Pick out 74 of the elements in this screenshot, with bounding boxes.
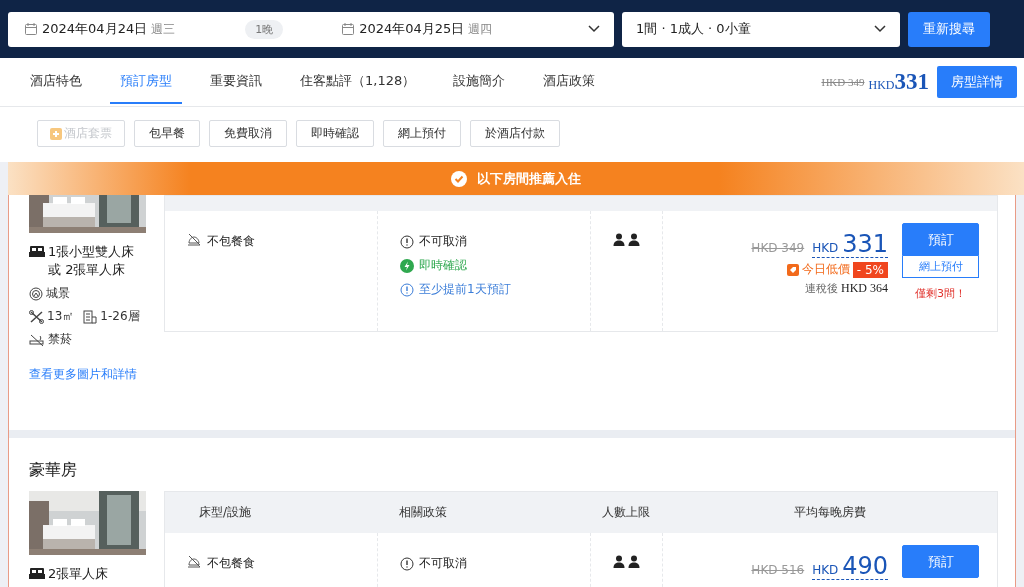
tab[interactable]: 預訂房型 (110, 60, 182, 104)
no-smoking-icon (29, 333, 45, 347)
search-button[interactable]: 重新搜尋 (908, 11, 990, 47)
info-icon (400, 282, 414, 297)
room-feature: 13㎡ (47, 308, 75, 325)
tab[interactable]: 設施簡介 (443, 60, 516, 104)
banner-text: 以下房間推薦入住 (477, 169, 581, 188)
room-feature: 1-26層 (100, 308, 140, 325)
chevron-down-icon (874, 25, 886, 33)
guests-text: 1間 · 1成人 · 0小童 (636, 20, 751, 38)
meal-text: 不包餐食 (207, 233, 255, 250)
filter-chip[interactable]: 網上預付 (383, 120, 461, 147)
room-price: HKD 331 (812, 231, 888, 258)
bed-icon (29, 567, 45, 581)
view-icon (29, 287, 43, 301)
meal-text: 不包餐食 (207, 555, 255, 572)
book-button[interactable]: 預訂 (902, 545, 979, 578)
policy-text: 不可取消 (419, 233, 467, 250)
discount-badge: - 5% (852, 261, 888, 278)
tab[interactable]: 酒店特色 (20, 60, 92, 104)
size-icon (29, 310, 44, 324)
filter-chip[interactable]: 免費取消 (209, 120, 287, 147)
calendar-icon (341, 22, 356, 36)
lightning-icon (400, 258, 414, 273)
room-name: 豪華房 (29, 459, 78, 481)
filter-chip[interactable]: 即時確認 (296, 120, 374, 147)
alert-icon (400, 234, 414, 249)
people-icon (612, 233, 641, 247)
policy-text: 至少提前1天預訂 (419, 281, 511, 298)
chevron-down-icon (588, 25, 600, 33)
tab[interactable]: 住客點評（1,128） (290, 60, 426, 104)
package-icon (50, 127, 62, 140)
check-in-date: 2024年04月24日 (42, 20, 148, 38)
column-header: 床型/設施 (198, 504, 253, 521)
calendar-icon (24, 22, 38, 36)
guests-dropdown[interactable]: 1間 · 1成人 · 0小童 (622, 11, 900, 47)
building-icon (83, 310, 98, 324)
room-price: HKD 490 (812, 553, 888, 580)
no-meal-icon (187, 233, 201, 247)
tag-icon (786, 263, 799, 276)
rooms-left-text: 僅剩3間！ (915, 286, 966, 301)
payment-label: 網上預付 (902, 256, 979, 278)
check-out-date: 2024年04月25日 (359, 20, 465, 38)
room-feature: 1張小型雙人床或 2張單人床 (48, 243, 136, 279)
tax-price: 連稅後 HKD 364 (804, 281, 888, 296)
original-price: HKD 516 (751, 563, 805, 577)
book-button[interactable]: 預訂 (902, 223, 979, 256)
weekday-text: 週四 (468, 20, 493, 38)
room-details-button[interactable]: 房型詳情 (937, 66, 1017, 98)
original-price: HKD 349 (821, 76, 865, 88)
policy-text: 即時確認 (419, 257, 467, 274)
column-header: 相關政策 (398, 504, 448, 521)
alert-icon (400, 556, 414, 571)
weekday-text: 週三 (151, 20, 176, 38)
room-price: HKD331 (868, 69, 929, 95)
no-meal-icon (187, 555, 201, 569)
more-details-link[interactable]: 查看更多圖片和詳情 (29, 366, 146, 383)
date-field[interactable]: 2024年04月24日 週三 1晚 2024年04月25日 週四 (8, 11, 614, 47)
room-feature: 禁菸 (48, 331, 72, 348)
column-header: 平均每晚房費 (792, 504, 867, 521)
bed-icon (29, 245, 45, 259)
tab[interactable]: 重要資訊 (200, 60, 272, 104)
people-icon (612, 555, 641, 569)
tab[interactable]: 酒店政策 (533, 60, 606, 104)
policy-text: 不可取消 (419, 555, 467, 572)
filter-chip[interactable]: 包早餐 (134, 120, 200, 147)
filter-chip[interactable]: 於酒店付款 (470, 120, 560, 147)
room-feature: 2張單人床 (48, 565, 109, 583)
room-feature: 城景 (46, 285, 70, 302)
original-price: HKD 349 (751, 241, 805, 255)
deal-label: 今日低價 (801, 261, 850, 278)
check-icon (451, 170, 467, 187)
nights-badge: 1晚 (245, 19, 284, 39)
column-header: 人數上限 (601, 504, 651, 521)
